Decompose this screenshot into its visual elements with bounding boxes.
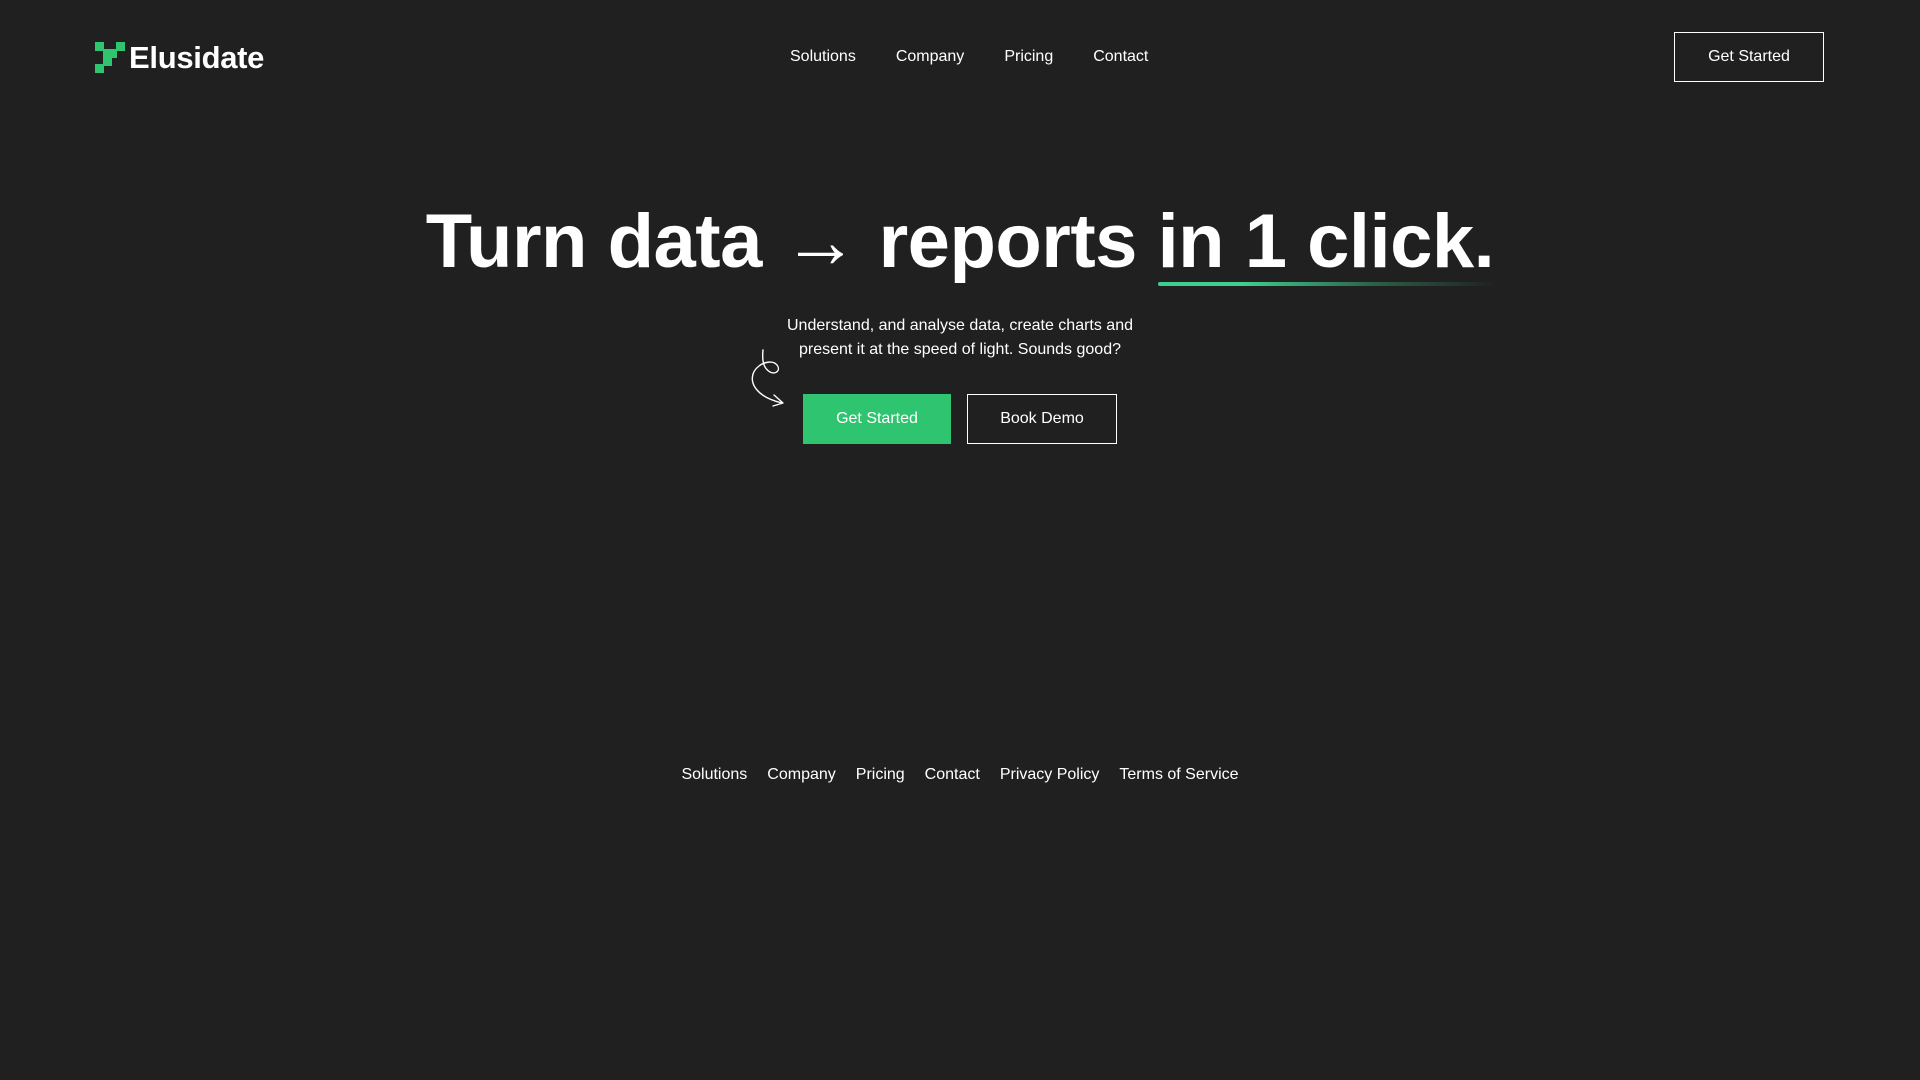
arrow-right-icon: → (782, 199, 858, 284)
main-nav: Solutions Company Pricing Contact (790, 46, 1188, 68)
footer-link-solutions[interactable]: Solutions (681, 764, 747, 786)
footer-nav: Solutions Company Pricing Contact Privac… (0, 764, 1920, 786)
footer-link-privacy-policy[interactable]: Privacy Policy (1000, 764, 1100, 786)
hero-title-highlight: in 1 click. (1157, 196, 1499, 288)
hero-title-highlight-text: in 1 click. (1157, 199, 1495, 284)
header-get-started-button[interactable]: Get Started (1674, 32, 1824, 82)
squiggle-arrow-icon (751, 349, 784, 407)
footer-link-terms-of-service[interactable]: Terms of Service (1119, 764, 1238, 786)
pixel-logo-icon (95, 42, 125, 73)
nav-link-company[interactable]: Company (896, 46, 964, 68)
footer-link-company[interactable]: Company (767, 764, 835, 786)
nav-link-solutions[interactable]: Solutions (790, 46, 856, 68)
nav-link-pricing[interactable]: Pricing (1004, 46, 1053, 68)
book-demo-button[interactable]: Book Demo (967, 394, 1117, 444)
footer-link-contact[interactable]: Contact (925, 764, 980, 786)
hero-title: Turn data → reports in 1 click. (0, 196, 1920, 288)
footer-link-pricing[interactable]: Pricing (856, 764, 905, 786)
hero-title-part2: reports (878, 199, 1138, 284)
brand-name: Elusidate (129, 40, 265, 75)
nav-link-contact[interactable]: Contact (1093, 46, 1148, 68)
highlight-underline (1157, 282, 1499, 286)
brand-logo[interactable]: Elusidate (95, 40, 264, 76)
hero-title-part1: Turn data (425, 199, 763, 284)
hero-get-started-button[interactable]: Get Started (803, 394, 951, 444)
site-header: Elusidate Solutions Company Pricing Cont… (0, 0, 1920, 115)
hero-subtitle: Understand, and analyse data, create cha… (787, 317, 1133, 358)
